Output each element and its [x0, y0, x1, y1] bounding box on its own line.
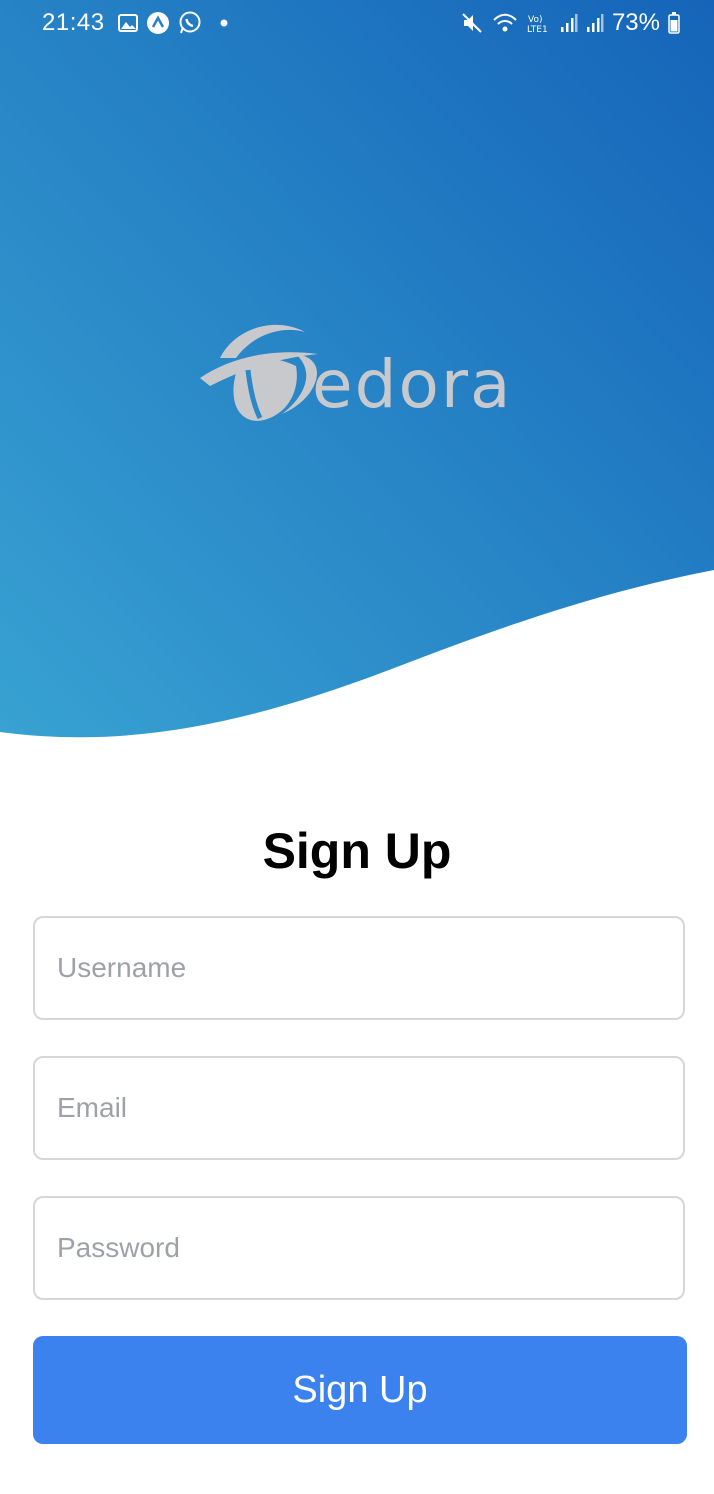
- status-bar: 21:43 Vo) LTE1 73%: [0, 0, 714, 46]
- app-logo: edora: [200, 318, 510, 428]
- signal-icon: [586, 14, 604, 32]
- username-field-container: [33, 916, 685, 1020]
- signal-icon: [560, 14, 578, 32]
- dot-icon: [220, 19, 228, 27]
- battery-icon: [668, 12, 680, 34]
- username-input[interactable]: [35, 918, 683, 1018]
- svg-text:Vo): Vo): [528, 15, 542, 25]
- password-input[interactable]: [35, 1198, 683, 1298]
- email-input[interactable]: [35, 1058, 683, 1158]
- logo-text: edora: [312, 346, 513, 423]
- mute-icon: [462, 13, 482, 33]
- battery-percent: 73%: [611, 9, 660, 36]
- wifi-icon: [493, 13, 517, 32]
- gallery-icon: [118, 14, 138, 32]
- email-field-container: [33, 1056, 685, 1160]
- password-field-container: [33, 1196, 685, 1300]
- page-title: Sign Up: [262, 823, 452, 879]
- sign-up-button[interactable]: Sign Up: [33, 1336, 687, 1444]
- app-icon: [147, 12, 169, 34]
- logo-globe-icon: [200, 324, 318, 421]
- volte-icon: Vo) LTE1: [527, 15, 548, 34]
- whatsapp-icon: [179, 11, 201, 34]
- svg-text:LTE1: LTE1: [527, 25, 548, 34]
- status-time: 21:43: [42, 9, 105, 36]
